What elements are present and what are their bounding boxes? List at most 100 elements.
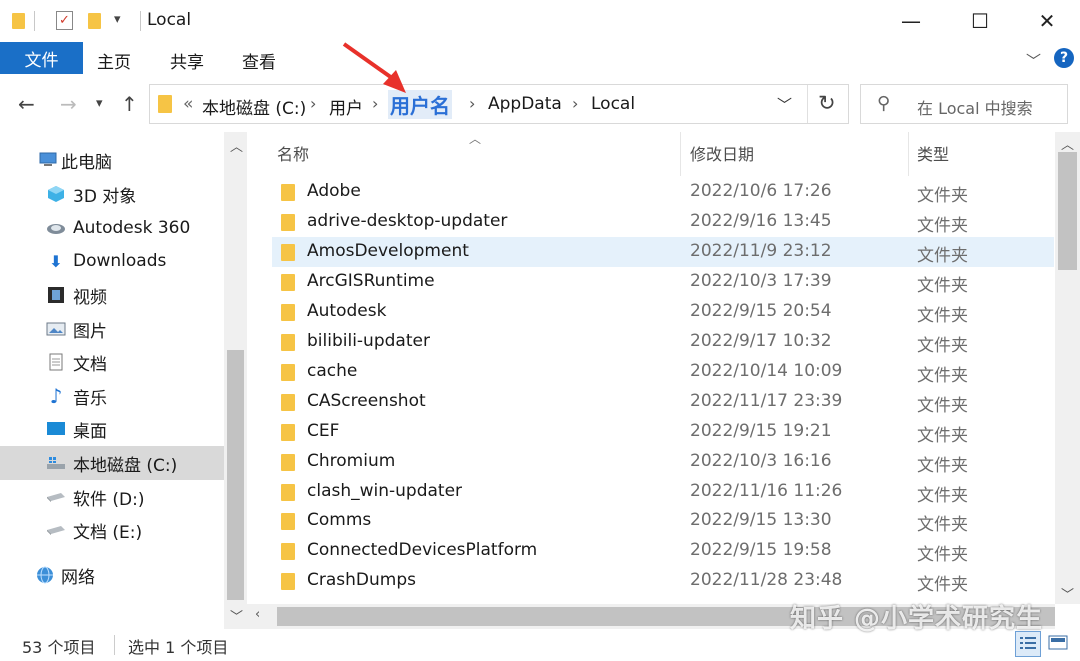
tab-home[interactable]: 主页	[97, 48, 131, 73]
folder-icon	[281, 573, 295, 591]
table-row[interactable]: AmosDevelopment 2022/11/9 23:12 文件夹	[272, 236, 1054, 267]
sidebar-item-network[interactable]: 网络	[0, 558, 224, 592]
file-name: bilibili-updater	[307, 330, 430, 351]
sidebar-item-local-disk-c[interactable]: 本地磁盘 (C:)	[0, 446, 224, 480]
sidebar-item-3d-objects[interactable]: 3D 对象	[0, 177, 224, 211]
list-vertical-scrollbar[interactable]: ︿ ﹀	[1055, 132, 1080, 604]
help-button[interactable]: ?	[1054, 48, 1074, 68]
sidebar-item-drive-d[interactable]: 软件 (D:)	[0, 480, 224, 514]
breadcrumb-chevron-icon[interactable]: ›	[469, 94, 475, 113]
sidebar-item-desktop[interactable]: 桌面	[0, 412, 224, 446]
sidebar-item-label: 软件 (D:)	[73, 489, 145, 510]
sidebar-item-documents[interactable]: 文档	[0, 345, 224, 379]
sidebar-item-label: 网络	[61, 567, 95, 588]
file-name: Autodesk	[307, 300, 387, 321]
app-folder-icon	[12, 13, 25, 29]
table-row[interactable]: ArcGISRuntime 2022/10/3 17:39 文件夹	[272, 267, 1054, 297]
search-box[interactable]: ⚲ 在 Local 中搜索	[860, 84, 1068, 124]
breadcrumb-chevron-icon[interactable]: ›	[310, 94, 316, 113]
scroll-up-icon[interactable]: ︿	[230, 136, 243, 155]
up-arrow-icon[interactable]: ↑	[121, 92, 138, 116]
column-divider[interactable]	[908, 132, 909, 176]
table-row[interactable]: adrive-desktop-updater 2022/9/16 13:45 文件夹	[272, 207, 1054, 237]
file-name: CrashDumps	[307, 570, 416, 591]
search-placeholder: 在 Local 中搜索	[917, 99, 1033, 118]
table-row[interactable]: clash_win-updater 2022/11/16 11:26 文件夹	[272, 477, 1054, 507]
expand-ribbon-chevron-icon[interactable]: ﹀	[1026, 50, 1041, 71]
table-row[interactable]: Chromium 2022/10/3 16:16 文件夹	[272, 447, 1054, 477]
breadcrumb-users[interactable]: 用户	[329, 94, 363, 119]
sidebar-item-drive-e[interactable]: 文档 (E:)	[0, 513, 224, 547]
scroll-down-icon[interactable]: ﹀	[1061, 584, 1074, 603]
cloud-drive-icon	[46, 219, 66, 237]
table-row[interactable]: Adobe 2022/10/6 17:26 文件夹	[272, 177, 1054, 207]
network-icon	[35, 566, 55, 584]
column-divider[interactable]	[680, 132, 681, 176]
modified-date: 2022/9/15 19:58	[690, 540, 832, 561]
scroll-left-icon[interactable]: ‹	[255, 607, 260, 622]
table-row[interactable]: CEF 2022/9/15 19:21 文件夹	[272, 417, 1054, 447]
table-row[interactable]: Comms 2022/9/15 13:30 文件夹	[272, 506, 1054, 536]
back-arrow-icon[interactable]: ←	[18, 92, 35, 116]
file-type: 文件夹	[917, 515, 968, 536]
column-header-name[interactable]: 名称	[277, 141, 309, 165]
sidebar-item-pictures[interactable]: 图片	[0, 312, 224, 346]
address-history-chevron-icon[interactable]: ﹀	[777, 94, 792, 115]
recent-locations-chevron-icon[interactable]: ▾	[96, 96, 103, 111]
sidebar-item-this-pc[interactable]: 此电脑	[0, 143, 224, 177]
tab-share[interactable]: 共享	[170, 48, 204, 73]
forward-arrow-icon[interactable]: →	[60, 92, 77, 116]
table-row[interactable]: bilibili-updater 2022/9/17 10:32 文件夹	[272, 327, 1054, 357]
scroll-up-icon[interactable]: ︿	[1061, 134, 1074, 153]
table-row[interactable]: CrashDumps 2022/11/28 23:48 文件夹	[272, 566, 1054, 596]
search-icon: ⚲	[877, 93, 891, 114]
minimize-button[interactable]: —	[888, 0, 934, 42]
sidebar-item-autodesk-360[interactable]: Autodesk 360	[0, 211, 224, 245]
folder-icon	[281, 333, 295, 351]
sidebar-item-music[interactable]: ♪ 音乐	[0, 379, 224, 413]
column-header-type[interactable]: 类型	[917, 141, 949, 165]
table-row[interactable]: ConnectedDevicesPlatform 2022/9/15 19:58 文…	[272, 536, 1054, 566]
breadcrumb-c-drive[interactable]: 本地磁盘 (C:)	[202, 94, 306, 119]
refresh-icon[interactable]: ↻	[818, 91, 836, 115]
tab-view[interactable]: 查看	[242, 48, 276, 73]
scroll-down-icon[interactable]: ﹀	[230, 606, 243, 625]
sidebar-scrollbar[interactable]: ︿ ﹀	[224, 132, 247, 629]
ribbon-tabs: 文件 主页 共享 查看 ﹀ ?	[0, 42, 1080, 76]
table-row[interactable]: Autodesk 2022/9/15 20:54 文件夹	[272, 297, 1054, 327]
file-type: 文件夹	[917, 575, 968, 596]
file-name: CAScreenshot	[307, 390, 426, 411]
list-scroll-thumb[interactable]	[1058, 152, 1077, 270]
file-name: ConnectedDevicesPlatform	[307, 540, 538, 561]
breadcrumb-overflow[interactable]: «	[183, 94, 193, 114]
breadcrumb-username[interactable]: 用户名	[388, 90, 452, 119]
file-type: 文件夹	[917, 335, 968, 356]
folder-icon	[281, 303, 295, 321]
tab-file[interactable]: 文件	[0, 42, 83, 74]
properties-check-icon[interactable]: ✓	[56, 11, 73, 30]
selected-count: 选中 1 个项目	[128, 638, 229, 657]
sidebar-item-downloads[interactable]: ⬇ Downloads	[0, 244, 224, 278]
maximize-button[interactable]: ☐	[957, 0, 1003, 42]
large-icons-view-button[interactable]	[1046, 631, 1072, 657]
drive-icon	[46, 488, 66, 506]
sidebar-item-videos[interactable]: 视频	[0, 278, 224, 312]
customize-toolbar-icon[interactable]: ▾	[114, 12, 121, 27]
breadcrumb-appdata[interactable]: AppData	[488, 94, 562, 114]
title-bar: ✓ ▾ Local — ☐ ✕	[0, 0, 1080, 42]
breadcrumb-chevron-icon[interactable]: ›	[572, 94, 578, 113]
address-bar[interactable]: « 本地磁盘 (C:) › 用户 › 用户名 › AppData › Local…	[149, 84, 849, 124]
breadcrumb-local[interactable]: Local	[591, 94, 635, 114]
column-header-date[interactable]: 修改日期	[690, 141, 754, 165]
sidebar-scroll-thumb[interactable]	[227, 350, 244, 600]
close-button[interactable]: ✕	[1024, 0, 1070, 42]
new-folder-icon[interactable]	[88, 13, 101, 29]
breadcrumb-chevron-icon[interactable]: ›	[372, 94, 378, 113]
table-row[interactable]: CAScreenshot 2022/11/17 23:39 文件夹	[272, 387, 1054, 417]
table-row[interactable]: cache 2022/10/14 10:09 文件夹	[272, 357, 1054, 387]
music-note-icon: ♪	[49, 384, 63, 408]
modified-date: 2022/9/15 13:30	[690, 510, 832, 531]
sidebar-item-label: 桌面	[73, 421, 107, 442]
modified-date: 2022/10/14 10:09	[690, 360, 843, 381]
video-icon	[46, 286, 66, 304]
